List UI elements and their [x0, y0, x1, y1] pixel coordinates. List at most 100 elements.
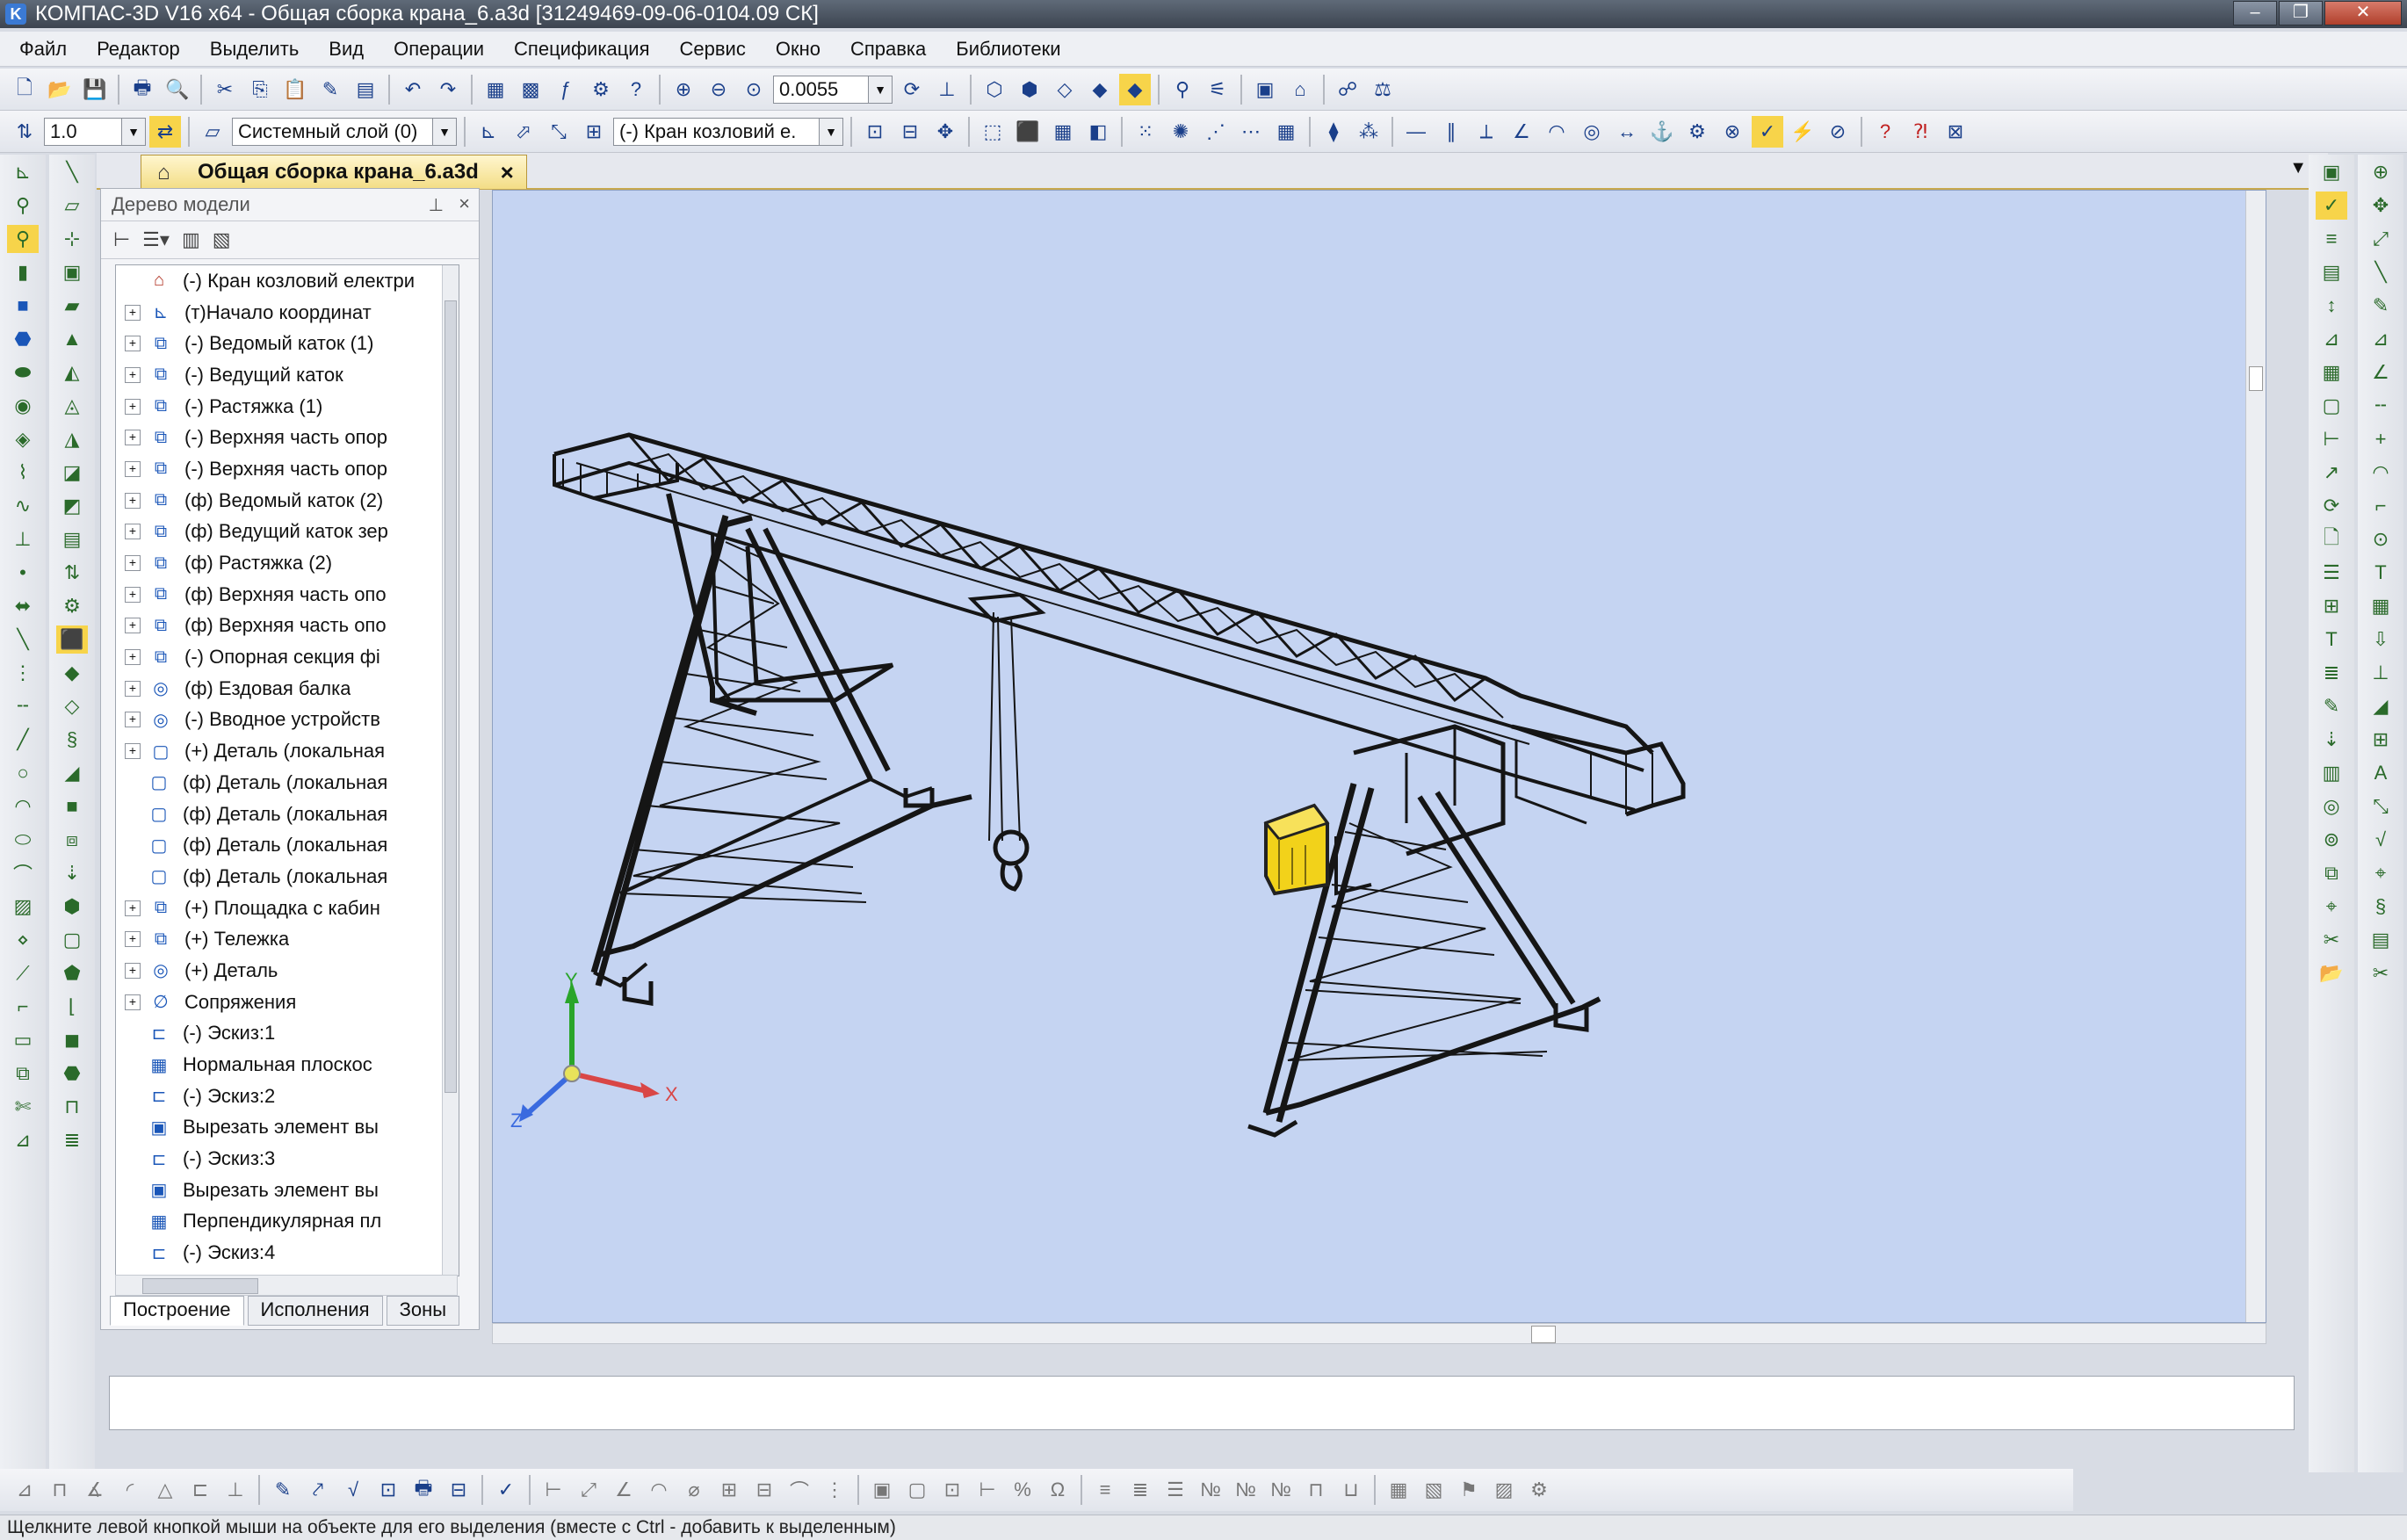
- annotation-icon[interactable]: ✎: [267, 1474, 299, 1506]
- scroll-thumb[interactable]: [142, 1278, 258, 1294]
- tree-item[interactable]: + ⧉ (+) Площадка с кабин: [116, 893, 459, 924]
- step-icon[interactable]: ⇅: [9, 116, 40, 148]
- close-state-icon[interactable]: ⊠: [1940, 116, 1971, 148]
- view-2-icon[interactable]: ▢: [901, 1474, 933, 1506]
- tree-icon[interactable]: ⊢: [2316, 425, 2347, 453]
- table-icon[interactable]: ▦: [1383, 1474, 1414, 1506]
- hidden-lines-icon[interactable]: ⬢: [1014, 74, 1045, 105]
- angle-tool-icon[interactable]: ∡: [79, 1474, 111, 1506]
- shaded-edges-icon[interactable]: ◆: [1119, 73, 1151, 105]
- paste-icon[interactable]: 📋: [279, 74, 311, 105]
- zoom-in-icon[interactable]: ⊙: [2365, 525, 2396, 553]
- tree-item[interactable]: ▢ (ф) Деталь (локальная: [116, 861, 459, 893]
- shell-icon[interactable]: ⬣: [7, 325, 39, 353]
- measure-icon[interactable]: ⚖: [1367, 74, 1399, 105]
- view-icon[interactable]: ▣: [2316, 158, 2347, 186]
- variables-icon[interactable]: ƒ: [550, 74, 582, 105]
- angle-icon[interactable]: ∠: [1506, 116, 1537, 148]
- segment-icon[interactable]: ╱: [7, 726, 39, 754]
- menu-file[interactable]: Файл: [7, 36, 79, 62]
- extrude-icon[interactable]: ▮: [7, 258, 39, 286]
- bend-icon[interactable]: ⌊: [56, 993, 88, 1021]
- tree-item[interactable]: + ∅ Сопряжения: [116, 987, 459, 1018]
- base-icon[interactable]: ⊡: [372, 1474, 404, 1506]
- parameters-icon[interactable]: ▩: [515, 74, 546, 105]
- app-icon[interactable]: K: [5, 4, 26, 25]
- tree-item[interactable]: ▦ Перпендикулярная пл: [116, 1206, 459, 1238]
- spec-icon[interactable]: ▤: [2365, 926, 2396, 954]
- dim-diameter-icon[interactable]: ⌀: [678, 1474, 710, 1506]
- dash-icon[interactable]: ╌: [7, 692, 39, 720]
- point-pattern-icon[interactable]: ⋯: [1235, 116, 1267, 148]
- dim-chain-icon[interactable]: ⊞: [713, 1474, 745, 1506]
- edit-part-icon[interactable]: ⬀: [508, 116, 539, 148]
- shape-icon[interactable]: ◆: [56, 659, 88, 687]
- dimension-icon[interactable]: ↕: [2316, 292, 2347, 320]
- joint-icon[interactable]: ⬣: [56, 1059, 88, 1088]
- expand-toggle[interactable]: +: [125, 398, 141, 415]
- crosshair-icon[interactable]: ⌖: [2365, 859, 2396, 887]
- axis-2-icon[interactable]: ⇅: [56, 559, 88, 587]
- parallel-icon[interactable]: ∥: [1435, 116, 1467, 148]
- tree-item[interactable]: + ▢ (+) Деталь (локальная: [116, 735, 459, 767]
- menu-help[interactable]: Справка: [838, 36, 938, 62]
- ruler-tool-icon[interactable]: ⊥: [220, 1474, 251, 1506]
- expand-toggle[interactable]: +: [125, 900, 141, 916]
- close-icon[interactable]: ×: [501, 159, 514, 186]
- menu-select[interactable]: Выделить: [198, 36, 312, 62]
- measure-icon[interactable]: ⊿: [2316, 325, 2347, 353]
- tree-item[interactable]: ⌂ (-) Кран козловий електри: [116, 265, 459, 297]
- layers-icon[interactable]: ≡: [2316, 225, 2347, 253]
- help-icon[interactable]: ?: [1869, 116, 1901, 148]
- plus-icon[interactable]: +: [2365, 425, 2396, 453]
- menu-specification[interactable]: Спецификация: [502, 36, 661, 62]
- minimize-button[interactable]: –: [2233, 1, 2277, 25]
- menu-view[interactable]: Вид: [316, 36, 376, 62]
- diagnostics-icon[interactable]: ⊘: [1822, 116, 1854, 148]
- add-from-file-icon[interactable]: ⊟: [894, 116, 926, 148]
- tree-item[interactable]: + ⊾ (т)Начало координат: [116, 297, 459, 329]
- tree-item[interactable]: ▢ (ф) Деталь (локальная: [116, 799, 459, 830]
- menu-editor[interactable]: Редактор: [84, 36, 192, 62]
- hatch-icon[interactable]: ▨: [7, 893, 39, 921]
- expand-toggle[interactable]: +: [125, 743, 141, 760]
- spring-icon[interactable]: §: [2365, 893, 2396, 921]
- view-4-icon[interactable]: ⊢: [972, 1474, 1003, 1506]
- expand-toggle[interactable]: +: [125, 586, 141, 603]
- line-icon[interactable]: ╲: [7, 625, 39, 654]
- stack-icon[interactable]: ≣: [2316, 659, 2347, 687]
- cs-icon[interactable]: ⊹: [56, 225, 88, 253]
- tree-item[interactable]: + ◎ (+) Деталь: [116, 955, 459, 987]
- circular-pattern-icon[interactable]: ✺: [1165, 116, 1196, 148]
- align-1-icon[interactable]: ≡: [1089, 1474, 1121, 1506]
- dim-icon[interactable]: ⋮: [7, 659, 39, 687]
- perpendicular-icon[interactable]: ⟂: [1471, 116, 1502, 148]
- create-part-icon[interactable]: ⬚: [977, 116, 1008, 148]
- help-pointer-icon[interactable]: ⁈: [1905, 116, 1936, 148]
- tree-item[interactable]: ▣ Вырезать элемент вы: [116, 1112, 459, 1144]
- fit-icon[interactable]: ⤢: [2365, 225, 2396, 253]
- select-filter-icon[interactable]: ⚲: [7, 225, 39, 253]
- scroll-thumb[interactable]: [445, 300, 457, 1093]
- dash-icon[interactable]: ╌: [2365, 392, 2396, 420]
- chart-icon[interactable]: ◢: [2365, 692, 2396, 720]
- expand-toggle[interactable]: +: [125, 524, 141, 540]
- radius-tool-icon[interactable]: ◜: [114, 1474, 146, 1506]
- tree-item[interactable]: + ⧉ (-) Растяжка (1): [116, 391, 459, 423]
- rotate-icon[interactable]: ⟳: [896, 74, 928, 105]
- line-icon[interactable]: ╲: [2365, 258, 2396, 286]
- folder-icon[interactable]: 📂: [2316, 959, 2347, 987]
- expand-toggle[interactable]: +: [125, 931, 141, 948]
- roughness-icon[interactable]: √: [2365, 826, 2396, 854]
- loft-icon[interactable]: ◈: [7, 425, 39, 453]
- expand-toggle[interactable]: +: [125, 680, 141, 697]
- zoom-window-icon[interactable]: ⊕: [668, 74, 699, 105]
- cylinder-icon[interactable]: ⬬: [7, 358, 39, 387]
- numbering-3-icon[interactable]: №: [1265, 1474, 1297, 1506]
- current-object-icon[interactable]: ⊞: [578, 116, 610, 148]
- angled-plane-icon[interactable]: ◭: [56, 358, 88, 387]
- group-icon[interactable]: ⬢: [56, 893, 88, 921]
- view-1-icon[interactable]: ▣: [866, 1474, 898, 1506]
- plane-icon[interactable]: ▱: [56, 192, 88, 220]
- properties-icon[interactable]: ✎: [314, 74, 346, 105]
